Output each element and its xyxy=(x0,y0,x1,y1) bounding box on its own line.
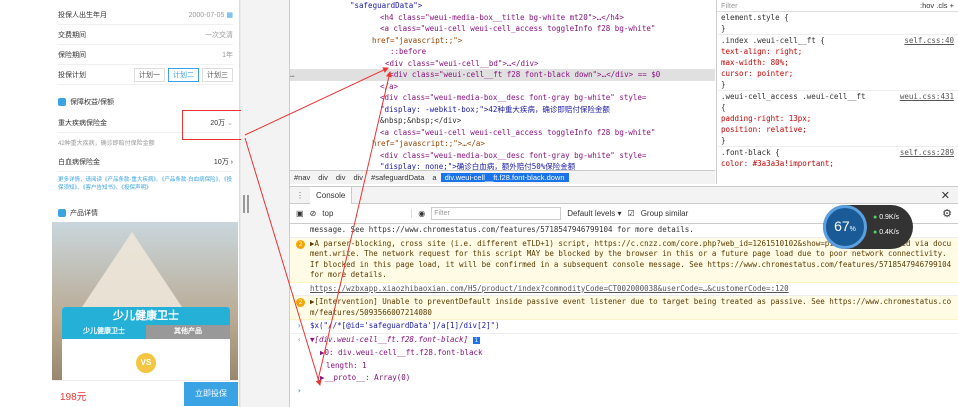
annotation-arrows xyxy=(244,67,392,386)
arrow-to-console-result xyxy=(244,137,322,386)
arrow-result-to-element xyxy=(317,71,392,381)
arrow-to-element xyxy=(244,67,389,136)
